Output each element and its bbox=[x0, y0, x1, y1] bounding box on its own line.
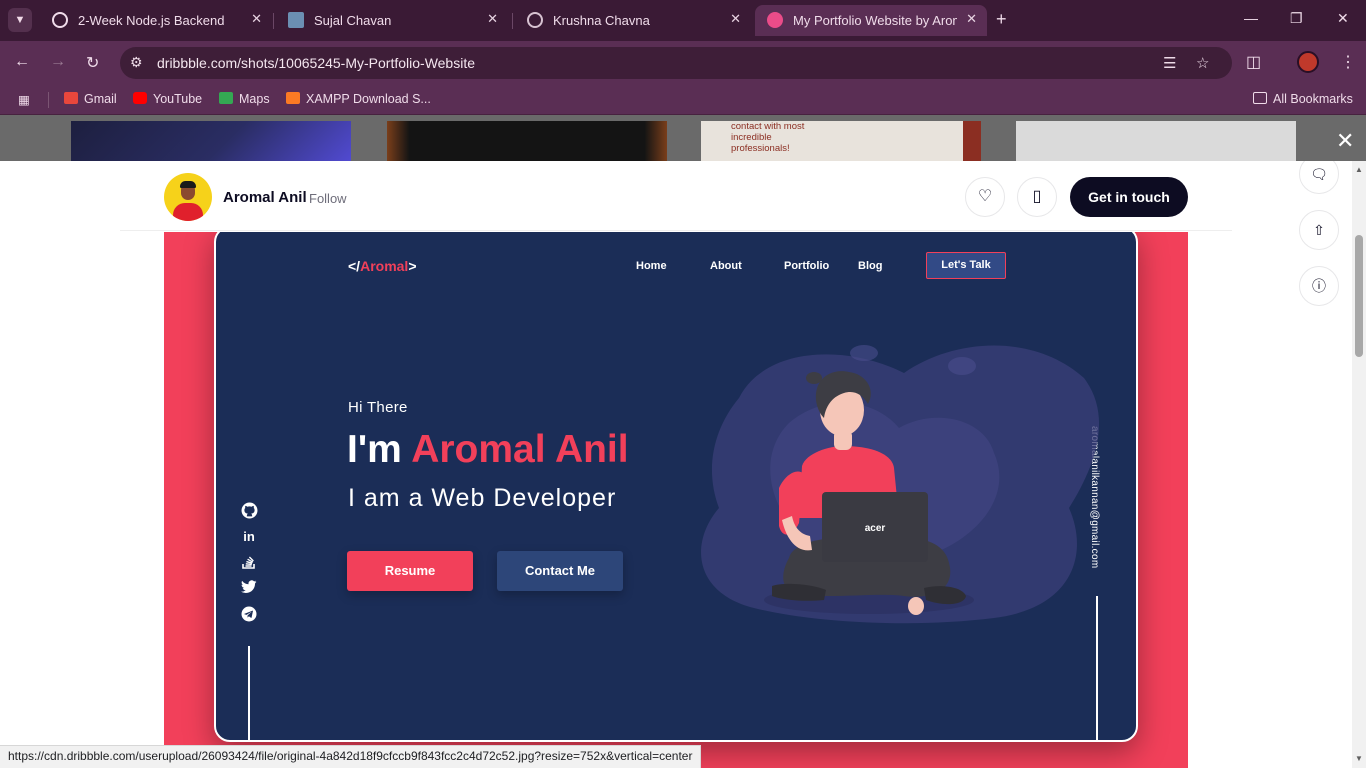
tab-title: Krushna Chavna bbox=[553, 13, 650, 28]
minimize-icon[interactable]: — bbox=[1244, 10, 1258, 26]
shot-header: Aromal Anil Follow ♡ ▯ Get in touch bbox=[120, 161, 1232, 231]
related-shot-thumbnail[interactable]: contact with most incredible professiona… bbox=[701, 121, 981, 161]
share-icon: ⇧ bbox=[1313, 222, 1325, 238]
decorative-line bbox=[248, 646, 250, 740]
hero-headline: I'm Aromal Anil bbox=[347, 428, 629, 471]
contact-me-button: Contact Me bbox=[497, 551, 623, 591]
bookmark-maps[interactable]: Maps bbox=[219, 92, 270, 106]
url-text[interactable]: dribbble.com/shots/10065245-My-Portfolio… bbox=[157, 55, 475, 71]
comment-icon: 🗨 bbox=[1310, 166, 1328, 182]
maps-icon bbox=[219, 92, 233, 104]
bookmark-icon: ▯ bbox=[1032, 188, 1042, 205]
tab-strip: ▼ 2-Week Node.js Backend ✕ Sujal Chavan … bbox=[0, 0, 1366, 41]
new-tab-button[interactable]: + bbox=[996, 9, 1007, 30]
dribbble-icon bbox=[767, 12, 783, 28]
developer-illustration: acer bbox=[701, 345, 1100, 624]
back-icon[interactable]: ← bbox=[14, 53, 30, 71]
profile-avatar[interactable] bbox=[1297, 51, 1319, 73]
nav-about: About bbox=[710, 260, 742, 272]
site-info-icon[interactable]: ⚙ bbox=[130, 54, 143, 71]
follow-link[interactable]: Follow bbox=[309, 191, 347, 206]
bookmark-star-icon[interactable]: ☆ bbox=[1196, 54, 1209, 72]
details-button[interactable]: ⓘ bbox=[1299, 266, 1339, 306]
save-button[interactable]: ▯ bbox=[1017, 177, 1057, 217]
forward-icon[interactable]: → bbox=[50, 53, 66, 71]
all-bookmarks[interactable]: All Bookmarks bbox=[1253, 92, 1353, 106]
bookmark-youtube[interactable]: YouTube bbox=[133, 92, 202, 106]
comments-button[interactable]: 🗨 bbox=[1299, 161, 1339, 194]
translate-icon[interactable]: ☰ bbox=[1163, 54, 1176, 72]
scroll-up-icon[interactable]: ▲ bbox=[1355, 165, 1363, 174]
linkedin-icon: in bbox=[243, 529, 255, 544]
address-bar[interactable]: ⚙ dribbble.com/shots/10065245-My-Portfol… bbox=[120, 47, 1232, 79]
tab-title: Sujal Chavan bbox=[314, 13, 392, 28]
tab-title: 2-Week Node.js Backend bbox=[78, 13, 225, 28]
avatar[interactable] bbox=[164, 173, 212, 221]
globe-icon bbox=[527, 12, 543, 28]
resume-button: Resume bbox=[347, 551, 473, 591]
like-button[interactable]: ♡ bbox=[965, 177, 1005, 217]
close-tab-icon[interactable]: ✕ bbox=[251, 11, 262, 27]
close-tab-icon[interactable]: ✕ bbox=[966, 11, 977, 27]
nav-home: Home bbox=[636, 260, 667, 272]
shot-modal: Aromal Anil Follow ♡ ▯ Get in touch 🗨 ⇧ … bbox=[0, 161, 1352, 768]
hero-role: I am a Web Developer bbox=[348, 484, 617, 512]
shot-image[interactable]: </Aromal> Home About Portfolio Blog Let'… bbox=[164, 232, 1188, 768]
tab-krushna[interactable]: Krushna Chavna ✕ bbox=[515, 5, 751, 36]
related-shot-thumbnail[interactable] bbox=[387, 121, 667, 161]
bookmarks-divider bbox=[48, 92, 49, 108]
bookmark-xampp[interactable]: XAMPP Download S... bbox=[286, 92, 431, 106]
share-button[interactable]: ⇧ bbox=[1299, 210, 1339, 250]
tab-sujal[interactable]: Sujal Chavan ✕ bbox=[276, 5, 508, 36]
greeting: Hi There bbox=[348, 399, 408, 416]
xampp-icon bbox=[286, 92, 300, 104]
nav-portfolio: Portfolio bbox=[784, 260, 830, 272]
folder-icon bbox=[1253, 92, 1267, 104]
tab-portfolio-active[interactable]: My Portfolio Website by Aromal ✕ bbox=[755, 5, 987, 36]
browser-toolbar: ← → ↻ ⚙ dribbble.com/shots/10065245-My-P… bbox=[0, 41, 1366, 85]
stackoverflow-icon bbox=[240, 554, 258, 572]
bookmarks-bar: ▦ Gmail YouTube Maps XAMPP Download S...… bbox=[0, 85, 1366, 115]
lets-talk-button: Let's Talk bbox=[926, 252, 1006, 279]
modal-scrollbar[interactable]: ▲ ▼ bbox=[1352, 161, 1366, 768]
heart-icon: ♡ bbox=[977, 188, 993, 205]
twitter-icon bbox=[240, 580, 258, 598]
bookmark-gmail[interactable]: Gmail bbox=[64, 92, 117, 106]
gmail-icon bbox=[64, 92, 78, 104]
github-icon bbox=[240, 502, 258, 520]
close-icon[interactable]: ✕ bbox=[1336, 130, 1354, 152]
close-tab-icon[interactable]: ✕ bbox=[487, 11, 498, 27]
tab-divider bbox=[273, 13, 274, 29]
portfolio-preview: </Aromal> Home About Portfolio Blog Let'… bbox=[214, 232, 1138, 742]
tab-search-button[interactable]: ▼ bbox=[8, 8, 32, 32]
tab-title: My Portfolio Website by Aromal bbox=[793, 13, 957, 28]
telegram-icon bbox=[240, 606, 258, 624]
scrollbar-thumb[interactable] bbox=[1355, 235, 1363, 357]
get-in-touch-button[interactable]: Get in touch bbox=[1070, 177, 1188, 217]
reload-icon[interactable]: ↻ bbox=[86, 53, 99, 73]
apps-grid-icon[interactable]: ▦ bbox=[18, 92, 30, 107]
profile-photo-icon bbox=[288, 12, 304, 28]
extensions-icon[interactable]: ◫ bbox=[1246, 52, 1261, 72]
related-shot-thumbnail[interactable] bbox=[1016, 121, 1296, 161]
author-name[interactable]: Aromal Anil bbox=[223, 189, 307, 206]
youtube-icon bbox=[133, 92, 147, 104]
portfolio-logo: </Aromal> bbox=[348, 258, 417, 274]
menu-kebab-icon[interactable]: ⋮ bbox=[1340, 52, 1356, 72]
close-tab-icon[interactable]: ✕ bbox=[730, 11, 741, 27]
page-backdrop[interactable]: contact with most incredible professiona… bbox=[0, 115, 1366, 161]
tab-divider bbox=[512, 13, 513, 29]
nav-blog: Blog bbox=[858, 260, 883, 272]
link-status-bar: https://cdn.dribbble.com/userupload/2609… bbox=[0, 745, 702, 768]
restore-icon[interactable]: ❐ bbox=[1290, 10, 1303, 27]
close-window-icon[interactable]: ✕ bbox=[1337, 10, 1349, 27]
laptop-brand: acer bbox=[865, 523, 886, 534]
thumbnail-text: contact with most incredible professiona… bbox=[731, 121, 805, 154]
related-shot-thumbnail[interactable] bbox=[71, 121, 351, 161]
openai-icon bbox=[52, 12, 68, 28]
tab-nodejs[interactable]: 2-Week Node.js Backend ✕ bbox=[40, 5, 272, 36]
info-icon: ⓘ bbox=[1312, 278, 1326, 294]
scroll-down-icon[interactable]: ▼ bbox=[1355, 754, 1363, 763]
